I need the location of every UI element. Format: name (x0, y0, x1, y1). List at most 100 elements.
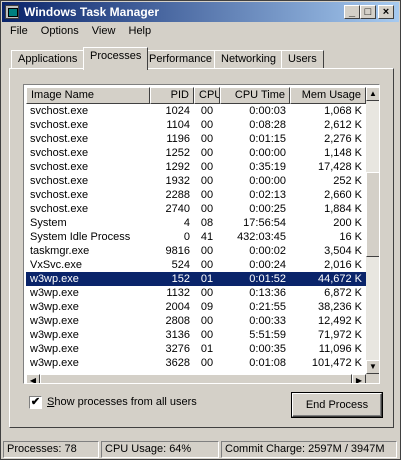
cell-cpu-time: 17:56:54 (243, 217, 286, 229)
cell-pid: 524 (171, 259, 190, 271)
horizontal-scrollbar[interactable]: ◀ ▶ (26, 374, 366, 383)
cell-pid: 1104 (166, 119, 190, 131)
table-row[interactable]: VxSvc.exe 524 00 0:00:24 2,016 K (26, 258, 366, 272)
process-list[interactable]: Image Name PID CPU CPU Time Mem Usage sv… (23, 84, 380, 384)
cell-image-name: w3wp.exe (30, 315, 79, 327)
column-header-image-name[interactable]: Image Name (26, 87, 150, 104)
cell-pid: 2004 (165, 301, 190, 313)
tab-users[interactable]: Users (281, 50, 324, 69)
status-processes: Processes: 78 (3, 441, 99, 458)
scroll-right-arrow-icon[interactable]: ▶ (352, 374, 366, 383)
cell-cpu: 00 (200, 189, 214, 201)
table-row-selected[interactable]: w3wp.exe 152 01 0:01:52 44,672 K (26, 272, 366, 286)
cell-image-name: svchost.exe (30, 203, 89, 215)
tab-applications[interactable]: Applications (11, 50, 85, 69)
vertical-scrollbar[interactable]: ▲ ▼ (366, 87, 379, 374)
table-row[interactable]: svchost.exe 1024 00 0:00:03 1,068 K (26, 104, 366, 118)
cell-cpu: 41 (200, 231, 214, 243)
cell-cpu: 09 (200, 301, 214, 313)
cell-cpu-time: 432:03:45 (237, 231, 286, 243)
table-row[interactable]: svchost.exe 1196 00 0:01:15 2,276 K (26, 132, 366, 146)
cell-cpu-time: 0:02:13 (249, 189, 286, 201)
table-row[interactable]: svchost.exe 1104 00 0:08:28 2,612 K (26, 118, 366, 132)
table-row[interactable]: w3wp.exe 3136 00 5:51:59 71,972 K (26, 328, 366, 342)
cell-pid: 152 (171, 273, 190, 285)
cell-cpu: 00 (200, 175, 214, 187)
cell-cpu: 00 (200, 161, 214, 173)
cell-cpu-time: 0:01:15 (249, 133, 286, 145)
table-row[interactable]: taskmgr.exe 9816 00 0:00:02 3,504 K (26, 244, 366, 258)
table-row[interactable]: svchost.exe 1292 00 0:35:19 17,428 K (26, 160, 366, 174)
cell-mem-usage: 101,472 K (311, 357, 362, 369)
cell-cpu: 00 (200, 357, 214, 369)
minimize-button[interactable]: _ (344, 5, 360, 19)
cell-pid: 1252 (165, 147, 190, 159)
cell-image-name: w3wp.exe (30, 343, 79, 355)
scroll-down-arrow-icon[interactable]: ▼ (366, 360, 379, 374)
table-row[interactable]: svchost.exe 2288 00 0:02:13 2,660 K (26, 188, 366, 202)
cell-mem-usage: 1,148 K (324, 147, 362, 159)
vertical-scroll-thumb[interactable] (366, 172, 379, 257)
menu-view[interactable]: View (87, 24, 121, 38)
cell-image-name: System (30, 217, 67, 229)
task-manager-window: Windows Task Manager _ □ × File Options … (0, 0, 401, 460)
menu-help[interactable]: Help (124, 24, 157, 38)
table-row[interactable]: svchost.exe 1932 00 0:00:00 252 K (26, 174, 366, 188)
column-header-cpu-time[interactable]: CPU Time (220, 87, 290, 104)
cell-image-name: VxSvc.exe (30, 259, 82, 271)
cell-mem-usage: 252 K (333, 175, 362, 187)
column-header-pid[interactable]: PID (150, 87, 194, 104)
cell-mem-usage: 16 K (339, 231, 362, 243)
table-row[interactable]: w3wp.exe 3276 01 0:00:35 11,096 K (26, 342, 366, 356)
cell-cpu: 01 (200, 343, 214, 355)
cell-pid: 1024 (165, 105, 190, 117)
cell-cpu-time: 0:01:52 (249, 273, 286, 285)
end-process-button[interactable]: End Process (291, 392, 383, 418)
scroll-left-arrow-icon[interactable]: ◀ (26, 374, 40, 383)
close-button[interactable]: × (378, 5, 394, 19)
tab-processes[interactable]: Processes (83, 47, 149, 70)
table-row[interactable]: w3wp.exe 1132 00 0:13:36 6,872 K (26, 286, 366, 300)
table-row[interactable]: w3wp.exe 2004 09 0:21:55 38,236 K (26, 300, 366, 314)
cell-pid: 3276 (165, 343, 190, 355)
show-all-users-checkbox[interactable]: ✔ (29, 396, 42, 409)
cell-mem-usage: 1,884 K (324, 203, 362, 215)
table-row[interactable]: svchost.exe 1252 00 0:00:00 1,148 K (26, 146, 366, 160)
cell-image-name: System Idle Process (30, 231, 131, 243)
table-row[interactable]: w3wp.exe 3628 00 0:01:08 101,472 K (26, 356, 366, 370)
cell-mem-usage: 11,096 K (318, 343, 362, 355)
cell-mem-usage: 2,660 K (324, 189, 362, 201)
cell-cpu: 08 (200, 217, 214, 229)
table-row[interactable]: w3wp.exe 2808 00 0:00:33 12,492 K (26, 314, 366, 328)
cell-mem-usage: 3,504 K (324, 245, 362, 257)
table-row[interactable]: System 4 08 17:56:54 200 K (26, 216, 366, 230)
cell-pid: 4 (183, 217, 190, 229)
cell-cpu-time: 0:00:35 (249, 343, 286, 355)
column-header-mem-usage[interactable]: Mem Usage (290, 87, 366, 104)
cell-image-name: taskmgr.exe (30, 245, 90, 257)
tab-performance[interactable]: Performance (142, 50, 219, 69)
cell-pid: 1932 (165, 175, 190, 187)
scroll-up-arrow-icon[interactable]: ▲ (366, 87, 379, 101)
scrollbar-corner (366, 374, 379, 383)
cell-cpu: 00 (200, 315, 214, 327)
menu-options[interactable]: Options (36, 24, 84, 38)
table-row[interactable]: svchost.exe 2740 00 0:00:25 1,884 K (26, 202, 366, 216)
title-bar[interactable]: Windows Task Manager _ □ × (2, 2, 399, 22)
table-row[interactable]: System Idle Process 0 41 432:03:45 16 K (26, 230, 366, 244)
cell-cpu: 00 (200, 287, 214, 299)
cell-pid: 3628 (165, 357, 190, 369)
tab-networking[interactable]: Networking (214, 50, 284, 69)
menu-file[interactable]: File (5, 24, 33, 38)
cell-cpu: 00 (200, 245, 214, 257)
cell-cpu-time: 0:00:00 (249, 175, 286, 187)
maximize-button[interactable]: □ (360, 5, 376, 19)
horizontal-scroll-thumb[interactable] (40, 374, 352, 383)
cell-image-name: svchost.exe (30, 105, 89, 117)
column-header-cpu[interactable]: CPU (194, 87, 220, 104)
cell-pid: 1196 (166, 133, 190, 145)
cell-cpu: 00 (200, 119, 214, 131)
cell-image-name: w3wp.exe (30, 301, 79, 313)
cell-pid: 2288 (165, 189, 190, 201)
cell-mem-usage: 2,276 K (324, 133, 362, 145)
